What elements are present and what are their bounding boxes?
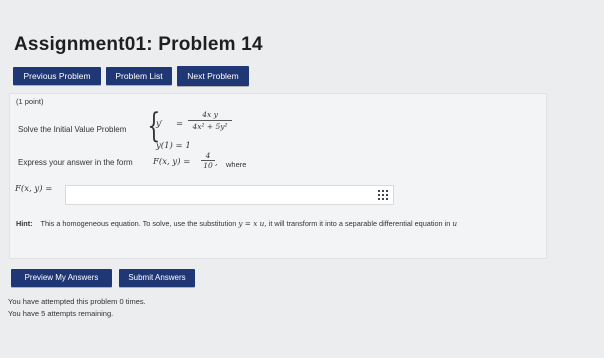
where-label: where bbox=[226, 160, 247, 169]
next-problem-button[interactable]: Next Problem bbox=[177, 66, 249, 86]
preview-answers-button[interactable]: Preview My Answers bbox=[11, 269, 112, 287]
initial-condition: y(1) = 1 bbox=[156, 141, 191, 151]
hint-variable: u bbox=[452, 219, 458, 228]
form-numerator: 4 bbox=[201, 151, 215, 161]
solve-instruction: Solve the Initial Value Problem bbox=[18, 125, 127, 134]
express-instruction: Express your answer in the form bbox=[18, 158, 133, 167]
ode-equals: = bbox=[176, 119, 184, 129]
problem-list-button[interactable]: Problem List bbox=[106, 67, 172, 85]
form-fraction: 4 10 bbox=[201, 151, 215, 170]
form-comma: , bbox=[215, 158, 218, 167]
answer-label: F(x, y) = bbox=[15, 184, 53, 194]
ode-fraction: 4x y 4x² + 5y² bbox=[188, 110, 232, 131]
answer-input[interactable] bbox=[65, 185, 394, 205]
grid-icon[interactable] bbox=[378, 190, 388, 200]
hint-text: This a homogeneous equation. To solve, u… bbox=[40, 219, 237, 228]
ode-lhs: y′ bbox=[156, 119, 163, 129]
form-denominator: 10 bbox=[203, 161, 213, 170]
form-expression: F(x, y) = bbox=[153, 157, 191, 167]
previous-problem-button[interactable]: Previous Problem bbox=[13, 67, 101, 85]
hint-substitution: y = x u, bbox=[238, 219, 267, 228]
points-label: (1 point) bbox=[16, 97, 44, 106]
problem-nav: Previous Problem Problem List Next Probl… bbox=[13, 66, 249, 86]
submit-answers-button[interactable]: Submit Answers bbox=[119, 269, 195, 287]
remaining-text: You have 5 attempts remaining. bbox=[8, 309, 114, 318]
problem-panel bbox=[9, 93, 547, 259]
page-title: Assignment01: Problem 14 bbox=[14, 34, 263, 55]
hint-text-continued: it will transform it into a separable di… bbox=[268, 219, 451, 228]
answer-actions: Preview My Answers Submit Answers bbox=[11, 269, 195, 287]
attempt-status: You have attempted this problem 0 times.… bbox=[8, 296, 146, 320]
attempted-text: You have attempted this problem 0 times. bbox=[8, 297, 146, 306]
ode-denominator: 4x² + 5y² bbox=[192, 122, 228, 131]
hint-label: Hint: bbox=[16, 219, 33, 228]
hint: Hint: This a homogeneous equation. To so… bbox=[16, 218, 556, 229]
ode-numerator: 4x y bbox=[188, 110, 232, 121]
